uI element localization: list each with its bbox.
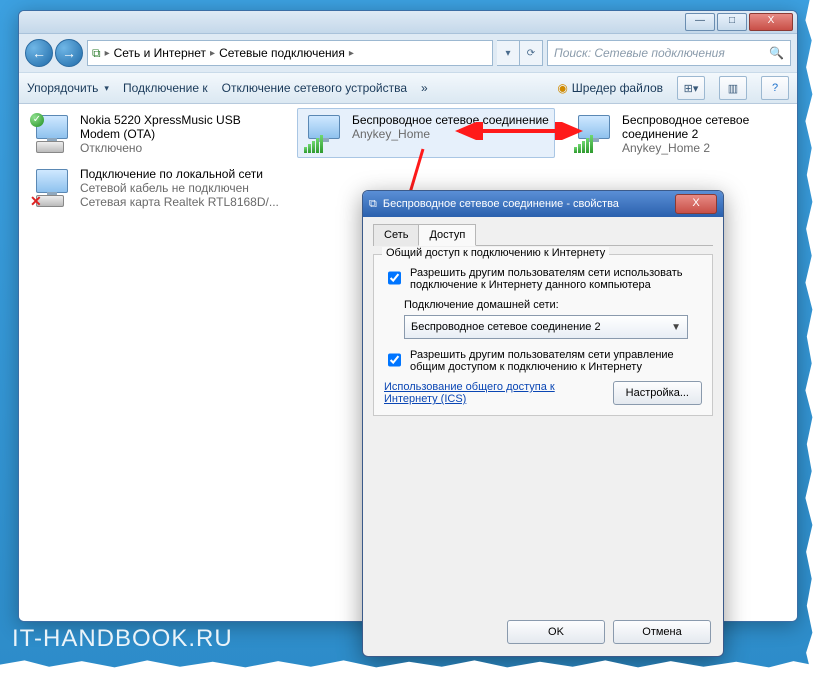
breadcrumb-sep: ▸ [105,48,110,59]
desktop-background: — □ X ← → ⧉ ▸ Сеть и Интернет ▸ Сетевые … [0,0,818,673]
wireless-icon [572,113,616,153]
connection-item-wireless-1[interactable]: Беспроводное сетевое соединение Anykey_H… [297,108,555,158]
ok-button[interactable]: OK [507,620,605,644]
tab-sharing[interactable]: Доступ [418,224,476,246]
cancel-button[interactable]: Отмена [613,620,711,644]
chevron-down-icon: ▼ [671,322,681,333]
window-titlebar[interactable]: — □ X [19,11,797,34]
connection-title: Nokia 5220 XpressMusic USB Modem (OTA) [80,113,278,141]
connect-to-button[interactable]: Подключение к [123,81,208,95]
preview-pane-button[interactable]: ▥ [719,76,747,100]
shredder-label: Шредер файлов [572,81,663,95]
breadcrumb-sep: ▸ [210,48,215,59]
connection-title: Подключение по локальной сети [80,167,279,181]
close-button[interactable]: X [749,13,793,31]
lan-icon: ✕ [30,167,74,207]
dialog-icon: ⧉ [369,198,377,211]
overflow-chevron[interactable]: » [421,81,428,95]
torn-edge-bottom [0,659,818,673]
file-shredder-button[interactable]: ◉ Шредер файлов [557,81,663,95]
watermark-text: IT-HANDBOOK.RU [12,625,233,653]
allow-sharing-label: Разрешить другим пользователям сети испо… [410,267,702,291]
back-button[interactable]: ← [25,39,53,67]
allow-sharing-checkbox[interactable] [388,268,401,288]
modem-icon: ✓ [30,113,74,153]
status-disconnected-icon: ✕ [30,193,44,207]
connection-status: Отключено [80,141,278,155]
connection-status: Сетевой кабель не подключен [80,181,279,195]
connection-title: Беспроводное сетевое соединение [352,113,549,127]
help-button[interactable]: ? [761,76,789,100]
network-icon: ⧉ [92,46,101,61]
breadcrumb-sep: ▸ [349,48,354,59]
allow-control-row[interactable]: Разрешить другим пользователям сети упра… [384,349,702,373]
organize-menu[interactable]: Упорядочить [27,81,109,95]
navigation-row: ← → ⧉ ▸ Сеть и Интернет ▸ Сетевые подклю… [19,34,797,72]
home-connection-label: Подключение домашней сети: [404,299,702,311]
ics-help-link[interactable]: Использование общего доступа к Интернету… [384,381,574,405]
breadcrumb-seg2[interactable]: Сетевые подключения [219,46,345,60]
dialog-title: Беспроводное сетевое соединение - свойст… [383,198,619,210]
allow-control-label: Разрешить другим пользователям сети упра… [410,349,702,373]
status-ok-icon: ✓ [30,113,44,127]
command-bar: Упорядочить Подключение к Отключение сет… [19,72,797,104]
dialog-body: Сеть Доступ Общий доступ к подключению к… [363,217,723,434]
connection-ssid: Anykey_Home [352,127,549,141]
tab-network[interactable]: Сеть [373,224,419,246]
shredder-icon: ◉ [557,81,567,95]
address-dropdown-button[interactable]: ▾ [497,40,520,66]
settings-button[interactable]: Настройка... [613,381,702,405]
group-title: Общий доступ к подключению к Интернету [382,247,609,259]
disable-device-button[interactable]: Отключение сетевого устройства [222,81,407,95]
torn-edge-right [804,0,818,673]
dialog-button-row: OK Отмена [507,620,711,644]
refresh-button[interactable]: ⟳ [520,40,543,66]
home-connection-combobox[interactable]: Беспроводное сетевое соединение 2 ▼ [404,315,688,339]
dialog-tabs: Сеть Доступ [373,223,713,246]
properties-dialog: ⧉ Беспроводное сетевое соединение - свой… [362,190,724,657]
forward-button[interactable]: → [55,39,83,67]
address-bar[interactable]: ⧉ ▸ Сеть и Интернет ▸ Сетевые подключени… [87,40,493,66]
allow-sharing-row[interactable]: Разрешить другим пользователям сети испо… [384,267,702,291]
search-icon: 🔍 [769,46,784,60]
combobox-value: Беспроводное сетевое соединение 2 [411,321,601,333]
ics-groupbox: Общий доступ к подключению к Интернету Р… [373,254,713,416]
view-options-button[interactable]: ⊞▾ [677,76,705,100]
home-connection-block: Подключение домашней сети: Беспроводное … [404,299,702,339]
connection-ssid: Anykey_Home 2 [622,141,792,155]
allow-control-checkbox[interactable] [388,350,401,370]
search-input[interactable]: Поиск: Сетевые подключения 🔍 [547,40,791,66]
breadcrumb-seg1[interactable]: Сеть и Интернет [114,46,206,60]
maximize-button[interactable]: □ [717,13,747,31]
connection-item-nokia-modem[interactable]: ✓ Nokia 5220 XpressMusic USB Modem (OTA)… [25,108,283,160]
connection-item-lan[interactable]: ✕ Подключение по локальной сети Сетевой … [25,162,335,214]
dialog-close-button[interactable]: X [675,194,717,214]
minimize-button[interactable]: — [685,13,715,31]
wireless-icon [302,113,346,153]
connection-adapter: Сетевая карта Realtek RTL8168D/... [80,195,279,209]
connection-item-wireless-2[interactable]: Беспроводное сетевое соединение 2 Anykey… [567,108,797,160]
connection-title: Беспроводное сетевое соединение 2 [622,113,792,141]
dialog-titlebar[interactable]: ⧉ Беспроводное сетевое соединение - свой… [363,191,723,217]
search-placeholder: Поиск: Сетевые подключения [554,46,725,60]
